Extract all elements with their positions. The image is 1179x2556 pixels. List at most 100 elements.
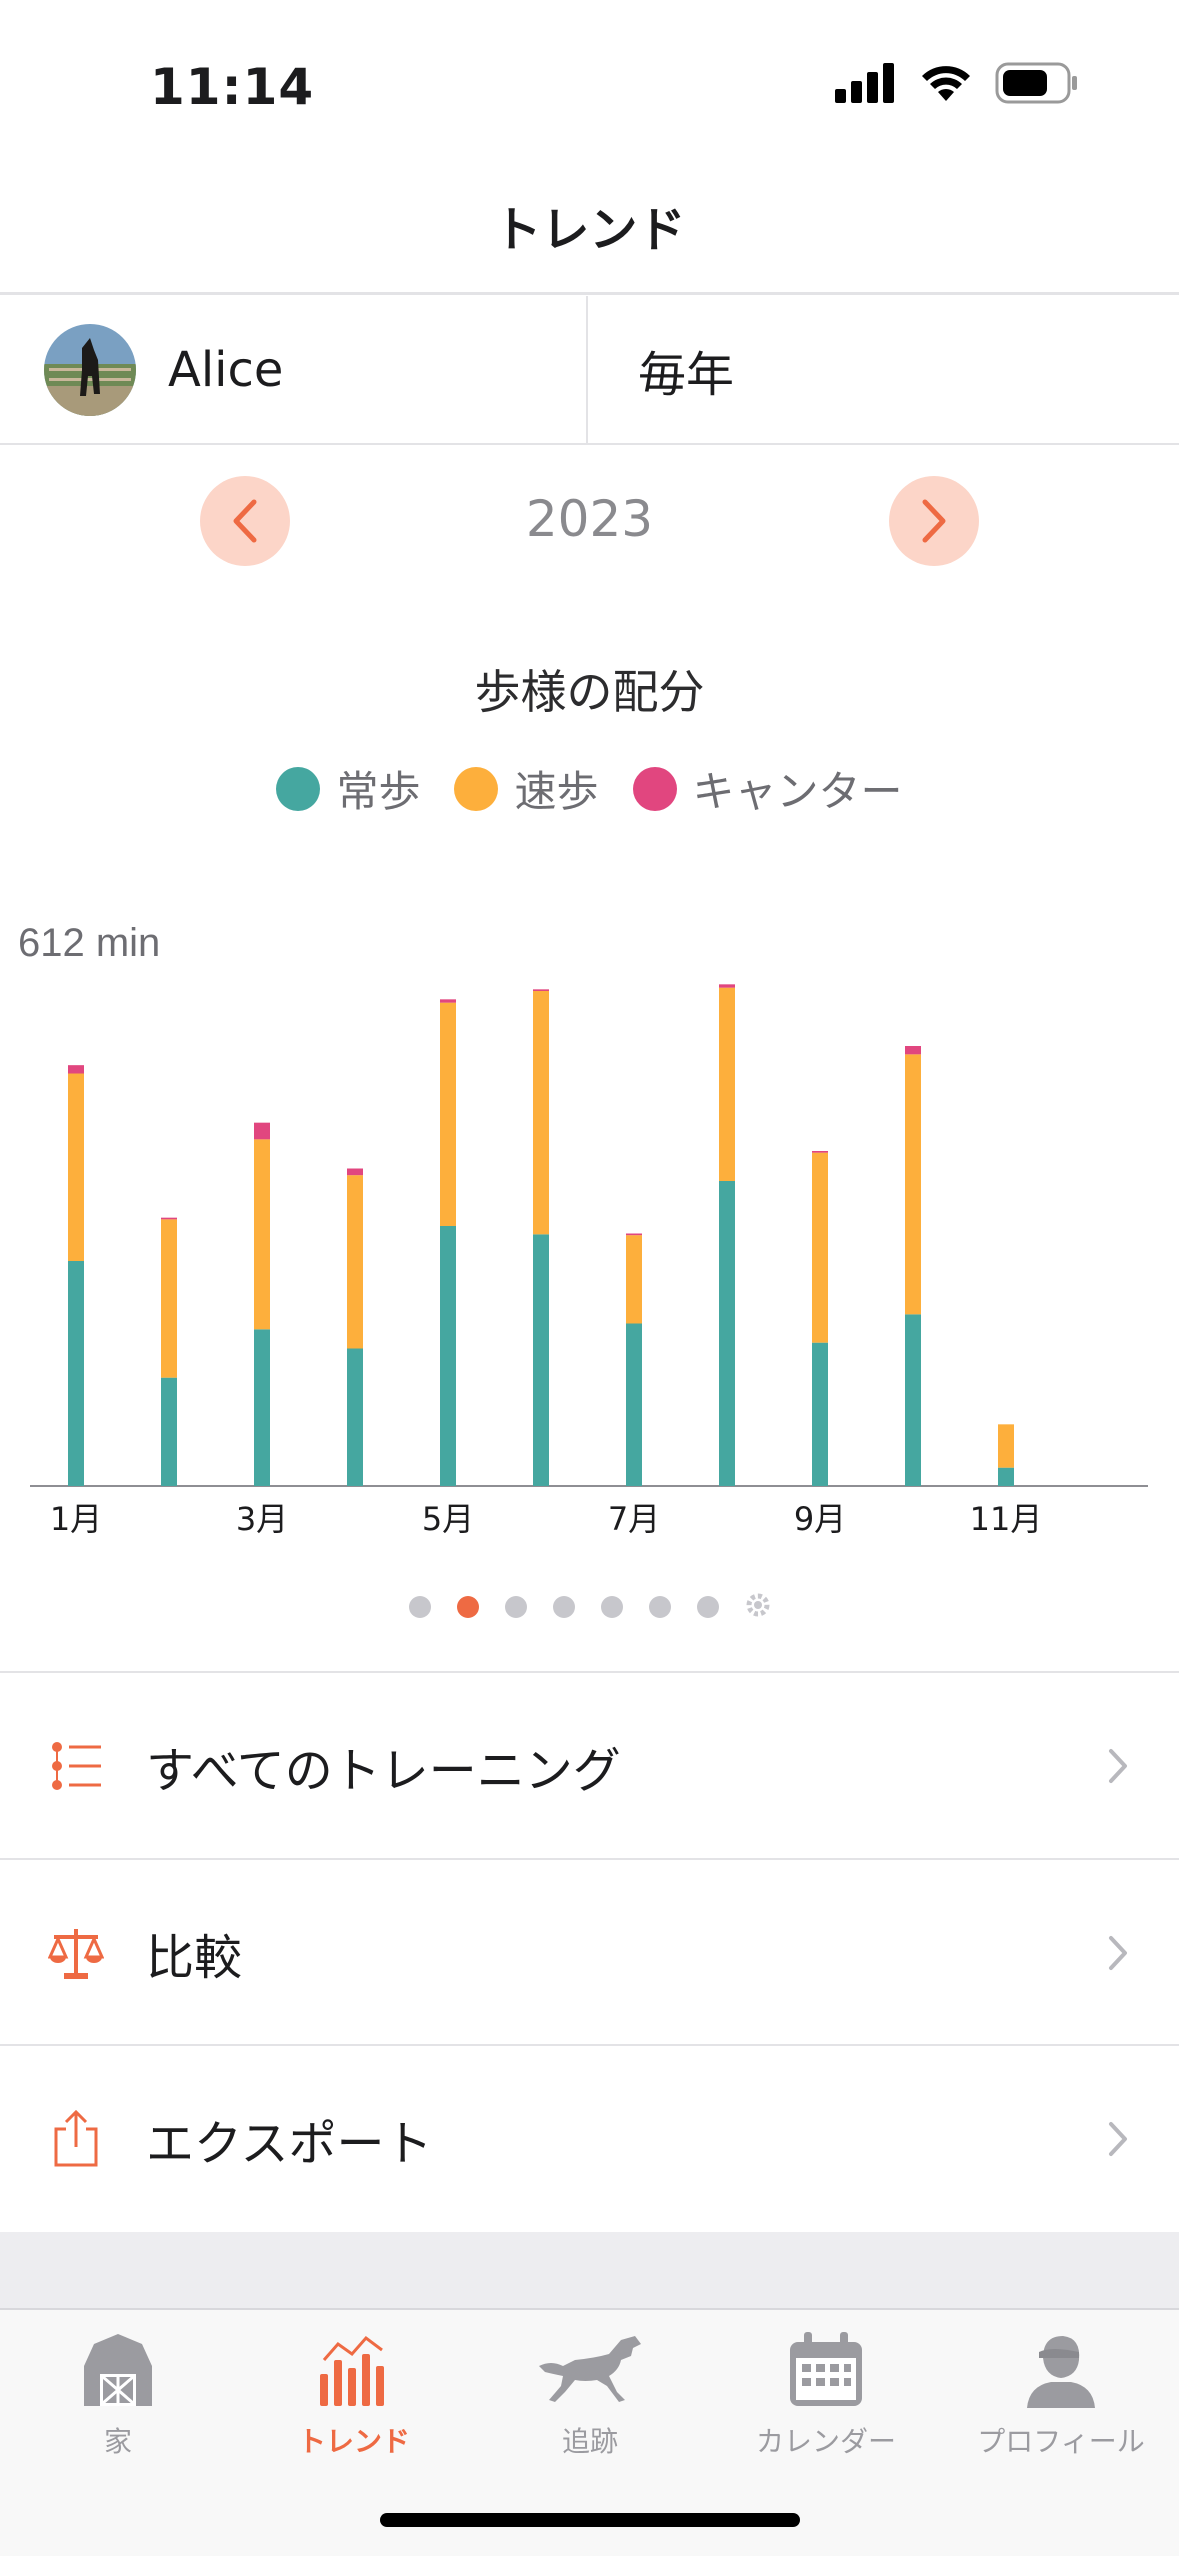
next-year-button[interactable] [889, 476, 979, 566]
legend-item-walk[interactable]: 常歩 [276, 758, 420, 819]
tab-calendar[interactable]: カレンダー [708, 2330, 944, 2460]
bar-segment-キャンター [905, 1046, 921, 1055]
horse-icon [539, 2336, 641, 2402]
calendar-icon [790, 2332, 862, 2406]
bar-segment-常歩 [161, 1377, 177, 1486]
scale-icon [46, 1923, 106, 1983]
page-title: トレンド [493, 202, 686, 258]
period-label: 毎年 [638, 347, 735, 403]
horse-name: Alice [168, 342, 284, 398]
menu-label: 比較 [146, 1930, 243, 1986]
bar-segment-常歩 [719, 1181, 735, 1486]
status-bar: 11:14 [0, 0, 1179, 160]
bar-segment-速歩 [161, 1219, 177, 1378]
bar-segment-速歩 [533, 991, 549, 1235]
status-icons [835, 62, 1079, 104]
bar-segment-キャンター [812, 1151, 828, 1153]
person-icon [1027, 2336, 1095, 2408]
bar-segment-速歩 [254, 1139, 270, 1330]
x-tick-label: 3月 [236, 1500, 288, 1538]
chevron-right-icon [1109, 1936, 1127, 1970]
tab-trend[interactable]: トレンド [236, 2330, 472, 2460]
signal-icon [835, 63, 894, 103]
bar-segment-速歩 [719, 987, 735, 1181]
legend-item-canter[interactable]: キャンター [632, 758, 903, 819]
bar-segment-速歩 [68, 1073, 84, 1261]
tab-label: トレンド [297, 2425, 410, 2458]
y-max-label: 612 min [18, 921, 160, 965]
bar-segment-速歩 [440, 1002, 456, 1226]
tab-tracking[interactable]: 追跡 [472, 2330, 708, 2460]
tab-label: カレンダー [755, 2425, 896, 2458]
x-tick-label: 9月 [794, 1500, 846, 1538]
year-label: 2023 [525, 490, 654, 548]
settings-gear-icon[interactable] [745, 1592, 771, 1622]
tab-home[interactable]: 家 [0, 2330, 236, 2460]
compare-row[interactable]: 比較 [0, 1860, 1179, 2046]
divider [0, 443, 1179, 445]
bar-segment-常歩 [347, 1348, 363, 1486]
pager-dot[interactable] [552, 1596, 575, 1618]
chevron-right-icon [1109, 2122, 1127, 2156]
chart-legend: 常歩 速歩 キャンター [0, 758, 1179, 819]
chevron-right-icon [1109, 1749, 1127, 1783]
battery-icon [995, 62, 1077, 104]
bar-segment-常歩 [626, 1323, 642, 1486]
bar-segment-キャンター [161, 1217, 177, 1220]
pager-dot[interactable] [504, 1596, 527, 1618]
bar-segment-速歩 [905, 1054, 921, 1315]
legend-dot [632, 766, 677, 811]
bar-segment-常歩 [254, 1329, 270, 1486]
x-tick-label: 11月 [970, 1500, 1043, 1538]
chart-pager[interactable] [0, 1592, 1179, 1622]
status-time: 11:14 [150, 58, 315, 116]
x-tick-label: 5月 [422, 1500, 474, 1538]
legend-dot [454, 766, 499, 811]
selector-row: Alice 毎年 [0, 296, 1179, 444]
pager-dot[interactable] [408, 1596, 431, 1618]
tab-label: プロフィール [977, 2425, 1145, 2458]
export-row[interactable]: エクスポート [0, 2046, 1179, 2232]
chevron-right-icon [922, 499, 946, 543]
section-spacer [0, 2232, 1179, 2308]
divider [0, 292, 1179, 295]
tab-label: 家 [103, 2425, 132, 2458]
barn-icon [84, 2334, 152, 2406]
bar-segment-キャンター [533, 989, 549, 991]
pager-dot[interactable] [600, 1596, 623, 1618]
tab-profile[interactable]: プロフィール [943, 2330, 1179, 2460]
chart-title: 歩様の配分 [474, 665, 705, 719]
bar-segment-キャンター [347, 1168, 363, 1176]
wifi-icon [922, 66, 970, 101]
bar-segment-キャンター [719, 984, 735, 988]
all-trainings-row[interactable]: すべてのトレーニング [0, 1673, 1179, 1859]
bar-segment-速歩 [626, 1235, 642, 1324]
bar-segment-速歩 [812, 1152, 828, 1343]
gait-bar-chart[interactable]: 612 min 1月 3月 5月 7月 9月 11月 [0, 880, 1179, 1560]
legend-dot [276, 766, 321, 811]
x-tick-label: 1月 [50, 1500, 102, 1538]
bar-segment-常歩 [998, 1467, 1014, 1486]
pager-dot[interactable] [696, 1596, 719, 1618]
avatar [44, 324, 136, 416]
horse-selector[interactable]: Alice [0, 296, 588, 444]
legend-item-trot[interactable]: 速歩 [454, 758, 599, 819]
bar-segment-キャンター [68, 1065, 84, 1074]
bar-segment-常歩 [533, 1234, 549, 1486]
bar-segment-速歩 [347, 1175, 363, 1349]
legend-label: 常歩 [336, 767, 421, 816]
list-icon [46, 1736, 106, 1796]
bar-segment-常歩 [68, 1261, 84, 1486]
bar-segment-常歩 [440, 1226, 456, 1486]
bar-segment-キャンター [254, 1122, 270, 1140]
bar-segment-速歩 [998, 1424, 1014, 1468]
bar-segment-キャンター [626, 1233, 642, 1236]
bar-segment-常歩 [905, 1314, 921, 1486]
bar-segment-キャンター [440, 999, 456, 1003]
period-selector[interactable]: 毎年 [588, 296, 1179, 444]
chart-icon [320, 2335, 384, 2406]
home-indicator [380, 2513, 800, 2527]
pager-dot[interactable] [648, 1596, 671, 1618]
legend-label: キャンター [692, 767, 903, 816]
pager-dot[interactable] [456, 1596, 479, 1618]
